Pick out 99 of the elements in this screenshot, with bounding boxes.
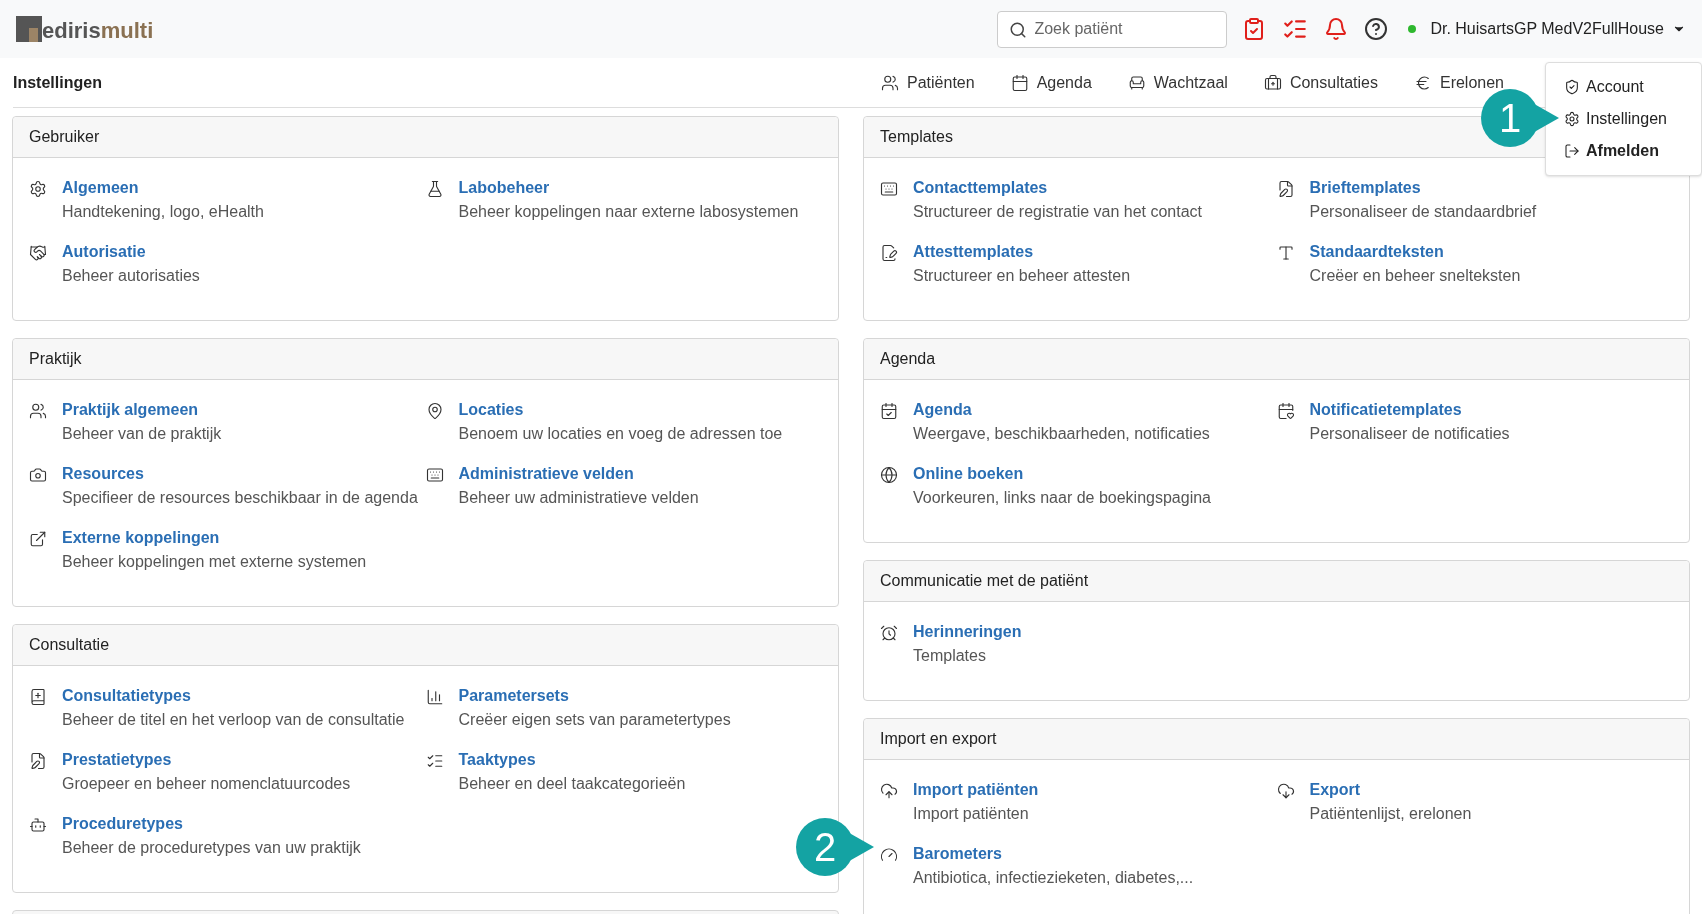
briefcase-icon bbox=[1263, 73, 1282, 92]
flask-icon bbox=[425, 180, 444, 198]
panel-title: Templates bbox=[880, 127, 953, 147]
panel-title: Agenda bbox=[880, 349, 936, 369]
settings-link[interactable]: Autorisatie bbox=[62, 240, 200, 264]
settings-description: Benoem uw locaties en voeg de adressen toe bbox=[458, 424, 783, 444]
settings-description: Structureer en beheer attesten bbox=[913, 266, 1131, 286]
settings-icon bbox=[1564, 111, 1580, 127]
settings-link[interactable]: Attesttemplates bbox=[913, 240, 1131, 264]
settings-description: Voorkeuren, links naar de boekingspagina bbox=[913, 488, 1211, 508]
settings-link[interactable]: Administratieve velden bbox=[458, 462, 699, 486]
settings-description: Beheer van de praktijk bbox=[62, 424, 222, 444]
handshake-icon bbox=[29, 244, 47, 262]
nav-link[interactable]: Wachtzaal bbox=[1127, 70, 1228, 95]
form-edit-icon bbox=[29, 752, 47, 770]
settings-link[interactable]: Brieftemplates bbox=[1309, 176, 1537, 200]
settings-link[interactable]: Proceduretypes bbox=[62, 812, 361, 836]
settings-link[interactable]: Labobeheer bbox=[458, 176, 799, 200]
users-icon bbox=[29, 402, 47, 420]
settings-link[interactable]: Algemeen bbox=[62, 176, 264, 200]
gear-icon bbox=[29, 180, 47, 198]
calendar-icon bbox=[1276, 402, 1295, 420]
settings-description: Patiëntenlijst, erelonen bbox=[1309, 804, 1472, 824]
help-icon[interactable] bbox=[1364, 17, 1389, 41]
book-plus-icon bbox=[29, 688, 47, 706]
settings-link[interactable]: Consultatietypes bbox=[62, 684, 405, 708]
text-icon bbox=[1276, 244, 1295, 262]
settings-link[interactable]: Externe koppelingen bbox=[62, 526, 367, 550]
form-edit-icon bbox=[1276, 180, 1295, 198]
chart-icon bbox=[425, 688, 444, 706]
settings-link[interactable]: Resources bbox=[62, 462, 418, 486]
panel-title: Praktijk bbox=[29, 349, 82, 369]
calendar-icon bbox=[880, 402, 898, 420]
settings-description: Groepeer en beheer nomenclatuurcodes bbox=[62, 774, 351, 794]
settings-description: Beheer de titel en het verloop van de consultatie bbox=[62, 710, 405, 730]
settings-link[interactable]: Locaties bbox=[458, 398, 783, 422]
settings-link[interactable]: Online boeken bbox=[913, 462, 1211, 486]
settings-link[interactable]: Export bbox=[1309, 778, 1472, 802]
settings-description: Beheer koppelingen naar externe labosystemen bbox=[458, 202, 799, 222]
camera-icon bbox=[29, 466, 47, 484]
gauge-icon bbox=[880, 846, 898, 864]
keyboard-icon bbox=[880, 180, 898, 198]
settings-description: Specifieer de resources beschikbaar in de agenda bbox=[62, 488, 418, 508]
settings-description: Handtekening, logo, eHealth bbox=[62, 202, 264, 222]
globe-icon bbox=[880, 466, 898, 484]
document-icon bbox=[880, 244, 898, 262]
settings-description: Personaliseer de notificaties bbox=[1309, 424, 1510, 444]
logo-mark bbox=[16, 16, 42, 42]
settings-description: Beheer uw administratieve velden bbox=[458, 488, 699, 508]
settings-description: Beheer en deel taakcategorieën bbox=[458, 774, 686, 794]
settings-description: Templates bbox=[913, 646, 987, 666]
panel-title: Consultatie bbox=[29, 635, 110, 655]
panel-title: Gebruiker bbox=[29, 127, 100, 147]
settings-description: Creëer eigen sets van parametertypes bbox=[458, 710, 731, 730]
external-link-icon bbox=[29, 530, 47, 548]
settings-link[interactable]: Notificatietemplates bbox=[1309, 398, 1510, 422]
settings-description: Beheer de proceduretypes van uw praktijk bbox=[62, 838, 361, 858]
settings-link[interactable]: Import patiënten bbox=[913, 778, 1039, 802]
settings-description: Beheer koppelingen met externe systemen bbox=[62, 552, 367, 572]
robot-icon bbox=[29, 816, 47, 834]
alarm-clock-icon bbox=[880, 624, 898, 642]
panel-title: Import en export bbox=[880, 729, 997, 749]
nav-link[interactable]: Agenda bbox=[1010, 70, 1092, 95]
nav-link[interactable]: Patiënten bbox=[881, 70, 975, 95]
settings-link[interactable]: Parametersets bbox=[458, 684, 731, 708]
settings-link[interactable]: Prestatietypes bbox=[62, 748, 351, 772]
nav-link[interactable]: Consultaties bbox=[1263, 70, 1378, 95]
search-field[interactable]: Zoek patiënt bbox=[997, 10, 1228, 48]
settings-description: Structureer de registratie van het contact bbox=[913, 202, 1203, 222]
checklist-icon bbox=[425, 752, 444, 770]
settings-description: Antibiotica, infectiezieketen, diabetes,... bbox=[913, 868, 1194, 888]
settings-link[interactable]: Praktijk algemeen bbox=[62, 398, 222, 422]
pin-icon bbox=[425, 402, 444, 420]
cloud-upload-icon bbox=[880, 782, 898, 800]
settings-link[interactable]: Standaardteksten bbox=[1309, 240, 1521, 264]
euro-icon bbox=[1413, 73, 1432, 92]
keyboard-icon bbox=[425, 466, 444, 484]
panel-title: Communicatie met de patiënt bbox=[880, 571, 1089, 591]
settings-description: Import patiënten bbox=[913, 804, 1030, 824]
settings-description: Beheer autorisaties bbox=[62, 266, 200, 286]
settings-link[interactable]: Contacttemplates bbox=[913, 176, 1203, 200]
settings-description: Creëer en beheer snelteksten bbox=[1309, 266, 1521, 286]
cloud-download-icon bbox=[1276, 782, 1295, 800]
page-title: Instellingen bbox=[13, 72, 102, 93]
bell-icon[interactable] bbox=[1324, 17, 1349, 41]
settings-link[interactable]: Agenda bbox=[913, 398, 1210, 422]
calendar-icon bbox=[1010, 73, 1029, 92]
settings-link[interactable]: Barometers bbox=[913, 842, 1194, 866]
settings-link[interactable]: Taaktypes bbox=[458, 748, 686, 772]
settings-link[interactable]: Herinneringen bbox=[913, 620, 1022, 644]
users-icon bbox=[881, 73, 899, 92]
chair-icon bbox=[1127, 73, 1146, 92]
settings-description: Weergave, beschikbaarheden, notificaties bbox=[913, 424, 1210, 444]
user-menu-button[interactable]: Dr. HuisartsGP MedV2FullHouse bbox=[1430, 17, 1686, 41]
logo-text: edirismulti bbox=[42, 20, 154, 42]
search-icon bbox=[1009, 20, 1028, 39]
shield-icon bbox=[1564, 79, 1580, 95]
settings-description: Personaliseer de standaardbrief bbox=[1309, 202, 1537, 222]
logout-icon bbox=[1564, 143, 1580, 159]
